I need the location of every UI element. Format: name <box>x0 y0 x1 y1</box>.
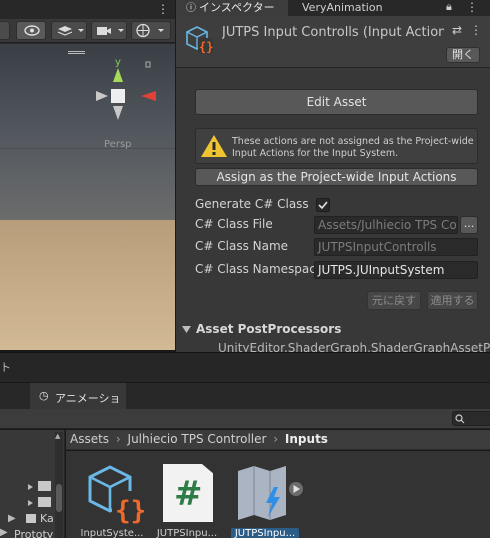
scene-toolbar <box>0 19 175 43</box>
project-folder-tree[interactable]: ▲ ▶ Ka ▶ Prototy <box>0 430 65 538</box>
browse-button[interactable]: ... <box>460 216 478 234</box>
tab-inspector-label: インスペクター <box>199 1 275 14</box>
class-namespace-label: C# Class Namespace <box>195 262 324 276</box>
tree-expand-arrow-icon[interactable]: ▶ <box>0 527 8 538</box>
inspector-panel: ⓘ インスペクター VeryAnimation 🔒︎ ⋮ {} JUTPS Inp… <box>175 0 490 352</box>
tree-item-label[interactable]: Ka <box>40 512 54 525</box>
chevron-right-icon: › <box>273 432 279 446</box>
tab-animation[interactable]: ◷ アニメーション <box>30 383 126 421</box>
assign-project-wide-button[interactable]: Assign as the Project-wide Input Actions <box>195 168 478 186</box>
project-search-input[interactable] <box>452 411 490 426</box>
warning-box: These actions are not assigned as the Pr… <box>195 128 478 164</box>
search-icon <box>455 414 465 424</box>
orientation-gizmo-icon[interactable]: y <box>88 54 168 134</box>
tree-scrollbar-thumb[interactable] <box>56 484 62 512</box>
generate-class-checkbox[interactable] <box>316 198 330 212</box>
warning-text: These actions are not assigned as the Pr… <box>232 136 474 159</box>
gizmo-y-label: y <box>115 57 121 68</box>
more-menu-icon[interactable]: ⋮ <box>466 0 478 14</box>
svg-text:{}: {} <box>199 40 213 54</box>
truncated-tab-glyph: ト <box>0 361 11 374</box>
class-name-label: C# Class Name <box>195 239 289 253</box>
toolbar-button[interactable] <box>0 21 10 40</box>
map-preview-icon[interactable] <box>234 465 310 527</box>
asset-header <box>176 16 490 68</box>
drag-handle-icon[interactable] <box>68 51 85 54</box>
gizmo-globe-icon <box>136 23 164 38</box>
input-actions-icon[interactable]: {} <box>84 463 146 525</box>
generate-class-label: Generate C# Class <box>195 197 309 211</box>
eye-icon <box>24 25 40 36</box>
csharp-script-icon[interactable]: # <box>163 464 213 522</box>
header-more-icon[interactable]: ⋮ <box>470 23 482 37</box>
tab-veryanimation-label: VeryAnimation <box>302 1 383 14</box>
asset-title: JUTPS Input Controlls (Input Action A <box>222 25 444 40</box>
scene-horizon-line <box>0 148 175 149</box>
tree-scrollbar[interactable]: ▲ <box>55 432 63 538</box>
class-file-field[interactable]: Assets/Julhiecio TPS Co <box>314 216 458 234</box>
perspective-label[interactable]: Persp <box>104 139 132 150</box>
clock-icon: ◷ <box>39 389 49 402</box>
class-name-field[interactable]: JUTPSInputControlls <box>314 238 478 256</box>
gizmos-dropdown[interactable] <box>131 21 171 40</box>
collapse-triangle-icon[interactable] <box>182 325 191 334</box>
asset-label-selected[interactable]: JUTPSInpu... <box>231 528 299 538</box>
project-assets-grid: {} # <box>66 451 490 538</box>
breadcrumb-item-current[interactable]: Inputs <box>285 432 328 446</box>
project-toolbar <box>0 409 490 429</box>
tab-veryanimation[interactable]: VeryAnimation <box>292 0 442 16</box>
lock-icon[interactable]: 🔒︎ <box>446 0 452 14</box>
postprocessor-item[interactable]: UnityEditor.ShaderGraph.ShaderGraphAsset… <box>196 341 490 352</box>
scene-ground <box>0 220 175 350</box>
svg-text:{}: {} <box>115 496 146 525</box>
warning-icon <box>201 135 227 157</box>
info-icon: ⓘ <box>186 3 196 14</box>
class-namespace-field[interactable]: JUTPS.JUInputSystem <box>314 261 478 279</box>
tree-item-label[interactable]: Prototy <box>14 528 53 538</box>
camera-dropdown[interactable] <box>91 21 127 40</box>
apply-button[interactable]: 適用する <box>427 291 478 310</box>
asset-label[interactable]: InputSyste... <box>80 528 144 538</box>
breadcrumb-item[interactable]: Julhiecio TPS Controller <box>128 432 267 446</box>
scene-top-strip: ⋮ <box>0 0 175 19</box>
postprocessor-item-label: UnityEditor.ShaderGraph.ShaderGraphAsset… <box>218 341 490 352</box>
postprocessors-title[interactable]: Asset PostProcessors <box>196 322 341 336</box>
folder-icon <box>26 514 36 523</box>
tab-inspector[interactable]: ⓘ インスペクター <box>176 0 288 16</box>
scene-view[interactable]: ⋮ y Persp <box>0 0 175 350</box>
inspector-tabbar: ⓘ インスペクター VeryAnimation 🔒︎ ⋮ <box>176 0 490 16</box>
breadcrumb-item[interactable]: Assets <box>70 432 109 446</box>
bottom-panel-header: ト <box>0 352 490 382</box>
edit-asset-button[interactable]: Edit Asset <box>195 89 478 115</box>
hash-icon: # <box>174 474 203 514</box>
chevron-right-icon: › <box>115 432 121 446</box>
scene-more-icon[interactable]: ⋮ <box>157 2 169 16</box>
camera-icon <box>97 27 124 35</box>
tree-expand-arrow-icon[interactable]: ▶ <box>8 513 16 524</box>
input-actions-icon: {} <box>186 26 213 54</box>
class-file-label: C# Class File <box>195 217 273 231</box>
asset-label[interactable]: JUTPSInpu... <box>155 528 219 538</box>
visibility-toggle[interactable] <box>16 21 46 40</box>
checkmark-icon <box>318 201 328 210</box>
layers-icon <box>57 26 84 36</box>
layers-dropdown[interactable] <box>51 21 87 40</box>
scroll-up-icon[interactable]: ▲ <box>55 432 60 440</box>
revert-button[interactable]: 元に戻す <box>367 291 421 310</box>
open-button[interactable]: 開く <box>446 47 480 63</box>
breadcrumb: Assets › Julhiecio TPS Controller › Inpu… <box>66 430 490 450</box>
settings-sliders-icon[interactable]: ⇄ <box>452 23 462 37</box>
